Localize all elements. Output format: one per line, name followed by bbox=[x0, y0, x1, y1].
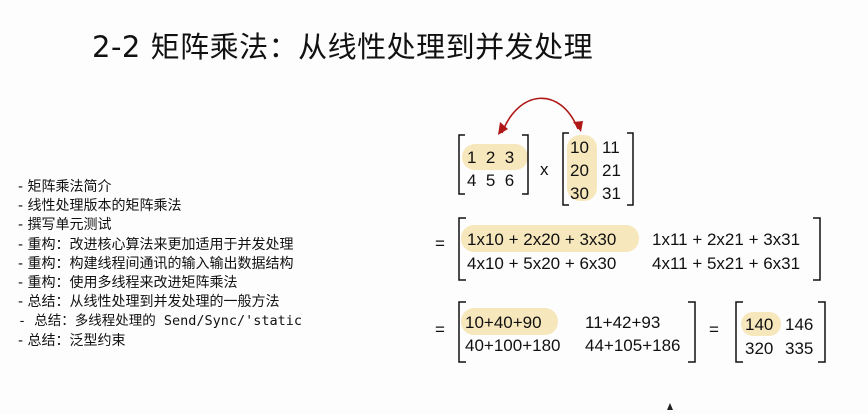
arrow-head-right bbox=[573, 121, 583, 132]
result-r1c2: 146 bbox=[785, 315, 813, 334]
matrix-b-r1c1: 10 bbox=[570, 138, 589, 157]
bracket-right-result bbox=[818, 301, 826, 363]
bracket-right-expansion bbox=[813, 217, 821, 281]
matrix-b-r3c1: 30 bbox=[570, 184, 589, 203]
expansion-r2c2: 4x11 + 5x21 + 6x31 bbox=[652, 254, 800, 273]
result-r2c2: 335 bbox=[785, 339, 813, 358]
result-r1c1: 140 bbox=[745, 315, 773, 334]
result-r2c1: 320 bbox=[745, 339, 773, 358]
matrix-b-r2c2: 21 bbox=[602, 161, 621, 180]
matrix-illustration: 1 2 3 4 5 6 x 10 11 20 21 30 31 = 1x10 +… bbox=[435, 97, 826, 363]
bracket-left-expansion bbox=[458, 217, 466, 281]
sums-r2c1: 40+100+180 bbox=[465, 336, 561, 355]
expansion-r1c1: 1x10 + 2x20 + 3x30 bbox=[467, 230, 616, 249]
bracket-left-result bbox=[735, 301, 743, 363]
expansion-r1c2: 1x11 + 2x21 + 3x31 bbox=[652, 230, 800, 249]
sums-r2c2: 44+105+186 bbox=[585, 336, 681, 355]
arrow-curve bbox=[501, 97, 579, 134]
bracket-left-a bbox=[458, 134, 465, 195]
matrix-b-r1c2: 11 bbox=[602, 138, 620, 157]
times-symbol: x bbox=[540, 160, 549, 179]
equals-sign: = bbox=[709, 320, 719, 339]
mouse-cursor-icon bbox=[667, 403, 673, 410]
matrix-b-r2c1: 20 bbox=[570, 161, 589, 180]
matrix-b-r3c2: 31 bbox=[602, 184, 621, 203]
matrix-a-row2: 4 5 6 bbox=[467, 171, 514, 190]
equals-sign: = bbox=[435, 234, 445, 253]
bracket-right-b bbox=[627, 132, 634, 206]
sums-r1c2: 11+42+93 bbox=[585, 313, 660, 332]
matrix-a-row1: 1 2 3 bbox=[467, 148, 514, 167]
expansion-r2c1: 4x10 + 5x20 + 6x30 bbox=[467, 254, 616, 273]
equals-sign: = bbox=[435, 320, 445, 339]
bracket-right-sums bbox=[688, 301, 696, 363]
sums-r1c1: 10+40+90 bbox=[465, 313, 542, 332]
slide: 2-2 矩阵乘法：从线性处理到并发处理 - 矩阵乘法简介 - 线性处理版本的矩阵… bbox=[0, 0, 868, 414]
